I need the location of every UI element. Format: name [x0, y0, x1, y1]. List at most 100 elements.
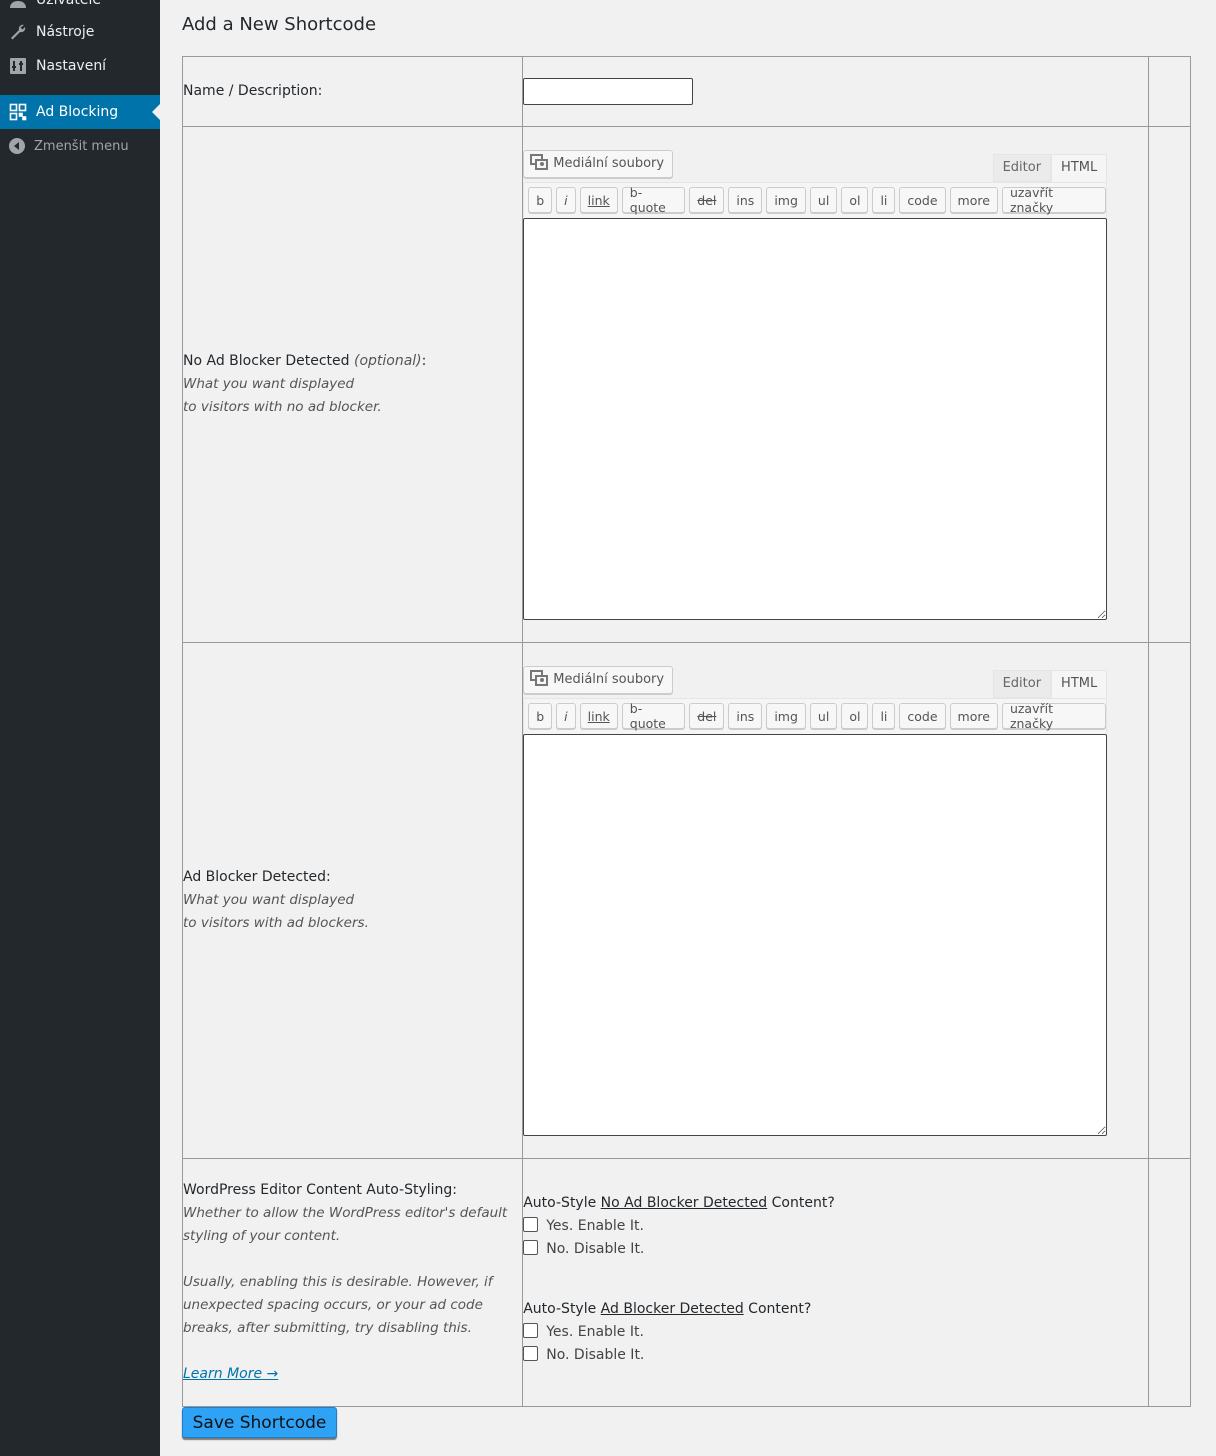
- qt-bold-button[interactable]: b: [528, 187, 553, 213]
- menu-item-label: Nastavení: [36, 58, 107, 74]
- qt-link-button[interactable]: link: [579, 703, 618, 729]
- qt-ins-button[interactable]: ins: [728, 703, 763, 729]
- qt-ul-button[interactable]: ul: [809, 703, 838, 729]
- no-ad-disable-checkbox[interactable]: [523, 1239, 539, 1255]
- qt-more-button[interactable]: more: [949, 703, 998, 729]
- no-ad-editor: Mediální soubory Editor HTML b i link b-…: [523, 149, 1108, 620]
- q2-link: Ad Blocker Detected: [600, 1300, 744, 1317]
- editor-tabs: Editor HTML: [992, 153, 1108, 182]
- tab-html[interactable]: HTML: [1051, 669, 1108, 698]
- q2-suffix: Content?: [743, 1300, 812, 1317]
- qt-img-button[interactable]: img: [766, 187, 806, 213]
- q1-suffix: Content?: [767, 1194, 835, 1211]
- option-row: Yes. Enable It.: [523, 1321, 1148, 1344]
- qt-italic-button[interactable]: i: [556, 703, 576, 729]
- qt-del-button[interactable]: del: [689, 703, 725, 729]
- tab-editor[interactable]: Editor: [992, 669, 1052, 698]
- add-media-label: Mediální soubory: [553, 156, 665, 171]
- ad-editor-cell: Mediální soubory Editor HTML b i link b-…: [522, 642, 1150, 1159]
- qt-ins-button[interactable]: ins: [728, 187, 763, 213]
- autostyle-group-1: Auto-Style No Ad Blocker Detected Conten…: [523, 1195, 1148, 1261]
- admin-sidebar: Uživatelé Nástroje Nastavení Ad Blocking…: [0, 0, 160, 1456]
- add-media-button[interactable]: Mediální soubory: [523, 665, 674, 694]
- qt-img-button[interactable]: img: [766, 703, 806, 729]
- shortcode-form-table: Name / Description: No Ad Blocker Detect…: [181, 56, 1191, 1407]
- no-ad-editor-cell: Mediální soubory Editor HTML b i link b-…: [522, 126, 1150, 643]
- qt-blockquote-button[interactable]: b-quote: [621, 185, 686, 215]
- no-ad-label: No Ad Blocker Detected (optional): What …: [181, 126, 524, 643]
- blank-cell: [1148, 126, 1191, 643]
- qt-code-button[interactable]: code: [899, 703, 946, 729]
- qt-code-button[interactable]: code: [899, 187, 946, 213]
- autostyle-desc-5: breaks, after submitting, try disabling …: [183, 1320, 472, 1336]
- ad-desc-1: What you want displayed: [183, 892, 355, 908]
- table-row: WordPress Editor Content Auto-Styling: W…: [181, 1158, 1191, 1407]
- ad-desc-2: to visitors with ad blockers.: [183, 915, 369, 931]
- qt-more-button[interactable]: more: [949, 187, 998, 213]
- autostyle-group-2: Auto-Style Ad Blocker Detected Content? …: [523, 1301, 1148, 1367]
- autostyle-question-2: Auto-Style Ad Blocker Detected Content?: [523, 1301, 1148, 1317]
- no-ad-enable-checkbox[interactable]: [523, 1216, 539, 1232]
- menu-item-ad-blocking[interactable]: Ad Blocking: [0, 95, 160, 129]
- tab-editor[interactable]: Editor: [992, 153, 1052, 182]
- name-description-input[interactable]: [523, 78, 694, 105]
- qt-li-button[interactable]: li: [872, 187, 896, 213]
- autostyle-options-cell: Auto-Style No Ad Blocker Detected Conten…: [522, 1158, 1150, 1407]
- qt-del-button[interactable]: del: [689, 187, 725, 213]
- ad-enable-checkbox[interactable]: [523, 1322, 539, 1338]
- option-label: No. Disable It.: [546, 1241, 645, 1257]
- tab-html[interactable]: HTML: [1051, 153, 1108, 182]
- add-media-button[interactable]: Mediální soubory: [523, 149, 674, 178]
- q1-prefix: Auto-Style: [523, 1194, 601, 1211]
- name-field-cell: [522, 56, 1150, 127]
- wrench-icon: [0, 23, 36, 41]
- qt-ul-button[interactable]: ul: [809, 187, 838, 213]
- table-row: No Ad Blocker Detected (optional): What …: [181, 126, 1191, 643]
- autostyle-desc-3: Usually, enabling this is desirable. How…: [183, 1274, 493, 1290]
- optional-tag: (optional): [353, 353, 422, 369]
- media-icon: [530, 669, 549, 690]
- qt-ol-button[interactable]: ol: [841, 187, 869, 213]
- autostyle-desc-2: styling of your content.: [183, 1228, 341, 1244]
- learn-more-link[interactable]: Learn More →: [183, 1366, 278, 1382]
- editor-tabs: Editor HTML: [992, 669, 1108, 698]
- blank-cell: [1148, 642, 1191, 1159]
- option-row: Yes. Enable It.: [523, 1215, 1148, 1238]
- menu-item-settings[interactable]: Nastavení: [0, 49, 160, 83]
- editor-top: Mediální soubory Editor HTML: [523, 665, 1108, 698]
- option-row: No. Disable It.: [523, 1344, 1148, 1367]
- qt-italic-button[interactable]: i: [556, 187, 576, 213]
- menu-item-label: Ad Blocking: [36, 104, 119, 120]
- menu-item-tools[interactable]: Nástroje: [0, 15, 160, 49]
- autostyle-desc-4: unexpected spacing occurs, or your ad co…: [183, 1297, 483, 1313]
- ad-disable-checkbox[interactable]: [523, 1345, 539, 1361]
- qt-li-button[interactable]: li: [872, 703, 896, 729]
- qt-bold-button[interactable]: b: [528, 703, 553, 729]
- qt-ol-button[interactable]: ol: [841, 703, 869, 729]
- qt-link-button[interactable]: link: [579, 187, 618, 213]
- qt-close-tags-button[interactable]: uzavřít značky: [1001, 701, 1107, 731]
- autostyle-desc-1: Whether to allow the WordPress editor's …: [183, 1205, 508, 1221]
- settings-icon: [0, 57, 36, 75]
- ad-title: Ad Blocker Detected:: [183, 869, 331, 885]
- qt-close-tags-button[interactable]: uzavřít značky: [1001, 185, 1107, 215]
- no-ad-content-textarea[interactable]: [523, 217, 1108, 620]
- colon: :: [421, 353, 427, 369]
- user-icon: [0, 0, 36, 9]
- editor-top: Mediální soubory Editor HTML: [523, 149, 1108, 182]
- add-media-label: Mediální soubory: [553, 672, 665, 687]
- option-row: No. Disable It.: [523, 1238, 1148, 1261]
- quicktags-toolbar: b i link b-quote del ins img ul ol li co…: [523, 697, 1108, 734]
- no-ad-desc-2: to visitors with no ad blocker.: [183, 399, 382, 415]
- menu-item-collapse[interactable]: Zmenšit menu: [0, 129, 160, 163]
- table-row: Ad Blocker Detected: What you want displ…: [181, 642, 1191, 1159]
- save-shortcode-button[interactable]: Save Shortcode: [182, 1407, 337, 1438]
- option-label: Yes. Enable It.: [546, 1324, 644, 1340]
- qt-blockquote-button[interactable]: b-quote: [621, 701, 686, 731]
- blank-cell: [1148, 56, 1191, 127]
- collapse-icon: [0, 138, 34, 154]
- qr-icon: [0, 103, 36, 121]
- ad-content-textarea[interactable]: [523, 733, 1108, 1136]
- table-row: Name / Description:: [181, 56, 1191, 127]
- name-label-text: Name / Description:: [183, 83, 323, 99]
